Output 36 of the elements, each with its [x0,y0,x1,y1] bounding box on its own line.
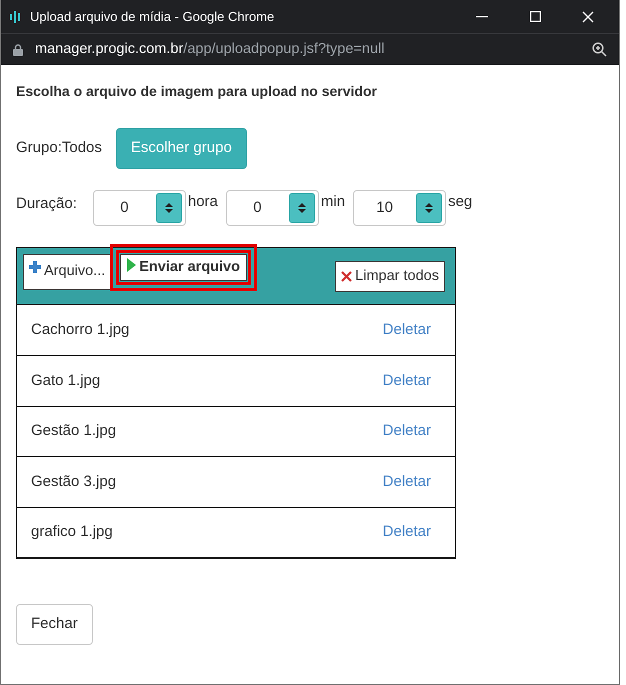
add-file-button[interactable]: Arquivo... [23,254,112,290]
delete-link[interactable]: Deletar [382,470,431,493]
delete-link[interactable]: Deletar [382,420,431,442]
play-icon [127,258,136,272]
window-title: Upload arquivo de mídia - Google Chrome [30,8,274,26]
up-down-icon [425,202,434,214]
delete-link[interactable]: Deletar [382,318,431,341]
unit-label: seg [448,192,472,212]
file-name: Gestão 3.jpg [31,472,116,492]
app-icon [9,10,23,24]
delete-link[interactable]: Deletar [382,521,431,544]
up-down-icon [298,202,306,214]
page-heading: Escolha o arquivo de imagem para upload no servidor [16,82,378,101]
spinner-button[interactable] [416,192,442,222]
up-down-icon [164,202,173,214]
close-icon[interactable] [582,10,594,22]
file-name: Gestão 1.jpg [31,421,116,441]
duration-label: Duração: [16,194,77,214]
plus-icon [29,260,41,272]
delete-link[interactable]: Deletar [382,370,431,392]
send-file-button[interactable]: Enviar arquivo [120,254,247,282]
clear-all-button[interactable]: Limpar todos [335,260,445,292]
close-button[interactable]: Fechar [16,604,93,644]
maximize-icon[interactable] [530,11,540,22]
spinner-button[interactable] [156,192,182,222]
lock-icon [13,44,23,56]
minimize-icon[interactable] [476,16,488,18]
file-name: Gato 1.jpg [31,370,100,390]
unit-label: hora [188,192,218,212]
file-name: Cachorro 1.jpg [31,320,130,340]
group-label: Grupo:Todos [16,138,102,158]
file-name: grafico 1.jpg [31,522,113,542]
cross-icon [341,270,352,282]
spinner-button[interactable] [288,192,315,222]
zoom-icon[interactable] [592,42,607,57]
unit-label: min [320,192,346,212]
